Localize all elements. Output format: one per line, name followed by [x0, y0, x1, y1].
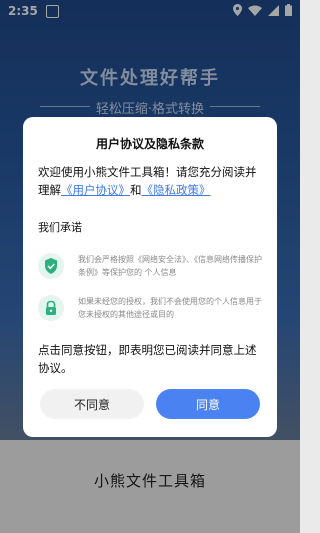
user-agreement-link[interactable]: 《用户协议》 — [61, 183, 130, 197]
promise-text: 我们会严格按照《网络安全法》、《信息网络传播保护条例》等保护您的 个人信息 — [78, 255, 262, 277]
disagree-button[interactable]: 不同意 — [40, 389, 144, 419]
intro-paragraph: 欢迎使用小熊文件工具箱！请您充分阅读并理解《用户协议》和《隐私政策》 — [38, 163, 263, 199]
promise-heading: 我们承诺 — [38, 221, 82, 234]
privacy-policy-link[interactable]: 《隐私政策》 — [142, 183, 211, 197]
agree-button[interactable]: 同意 — [156, 389, 260, 419]
shield-check-icon — [38, 253, 64, 279]
privacy-dialog: 用户协议及隐私条款 欢迎使用小熊文件工具箱！请您充分阅读并理解《用户协议》和《隐… — [23, 117, 277, 437]
promise-text: 如果未经您的授权，我们不会使用您的个人信息用于您未授权的其他途径或目的 — [78, 297, 262, 319]
consent-text: 点击同意按钮，即表明您已阅读并同意上述协议。 — [38, 343, 257, 375]
lock-icon — [38, 295, 64, 321]
dialog-title: 用户协议及隐私条款 — [95, 137, 204, 151]
and-text: 和 — [130, 183, 142, 197]
